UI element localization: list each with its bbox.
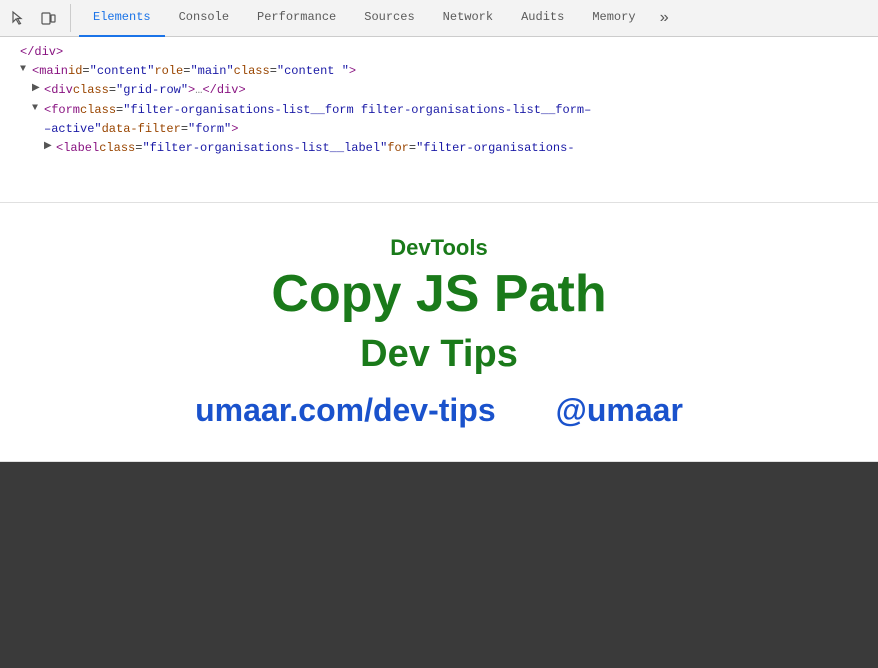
tab-console[interactable]: Console (165, 0, 243, 37)
triangle-form[interactable]: ▼ (32, 101, 42, 117)
tab-memory[interactable]: Memory (578, 0, 649, 37)
tab-network[interactable]: Network (429, 0, 507, 37)
toolbar-icons (4, 4, 71, 32)
tree-line-2[interactable]: ▼ <main id="content" role="main" class="… (8, 62, 870, 81)
tree-line-6[interactable]: ▶ <label class="filter-organisations-lis… (8, 139, 870, 158)
tree-line-1: </div> (8, 43, 870, 62)
more-tabs-button[interactable]: » (650, 0, 680, 37)
tab-audits[interactable]: Audits (507, 0, 578, 37)
device-icon[interactable] (34, 4, 62, 32)
tree-line-3[interactable]: ▶ <div class="grid-row" > … </div> (8, 81, 870, 100)
dark-bottom-panel (0, 462, 878, 668)
overlay-devtools-label: DevTools (390, 235, 487, 261)
overlay-card: DevTools Copy JS Path Dev Tips umaar.com… (0, 202, 878, 462)
devtools-tabs: Elements Console Performance Sources Net… (79, 0, 874, 37)
tab-elements[interactable]: Elements (79, 0, 165, 37)
overlay-links: umaar.com/dev-tips @umaar (195, 392, 683, 429)
cursor-icon[interactable] (4, 4, 32, 32)
tab-sources[interactable]: Sources (350, 0, 428, 37)
overlay-link-twitter[interactable]: @umaar (556, 392, 683, 429)
tree-line-5: –active" data-filter="form" > (8, 120, 870, 139)
overlay-title: Copy JS Path (271, 265, 606, 325)
overlay-subtitle: Dev Tips (360, 333, 518, 376)
triangle-label[interactable]: ▶ (44, 139, 54, 155)
tab-performance[interactable]: Performance (243, 0, 350, 37)
devtools-toolbar: Elements Console Performance Sources Net… (0, 0, 878, 37)
triangle-div[interactable]: ▶ (32, 81, 42, 97)
html-tree: </div> ▼ <main id="content" role="main" … (0, 37, 878, 202)
tree-line-4[interactable]: ▼ <form class="filter-organisations-list… (8, 101, 870, 120)
overlay-link-url[interactable]: umaar.com/dev-tips (195, 392, 496, 429)
triangle-main[interactable]: ▼ (20, 62, 30, 78)
